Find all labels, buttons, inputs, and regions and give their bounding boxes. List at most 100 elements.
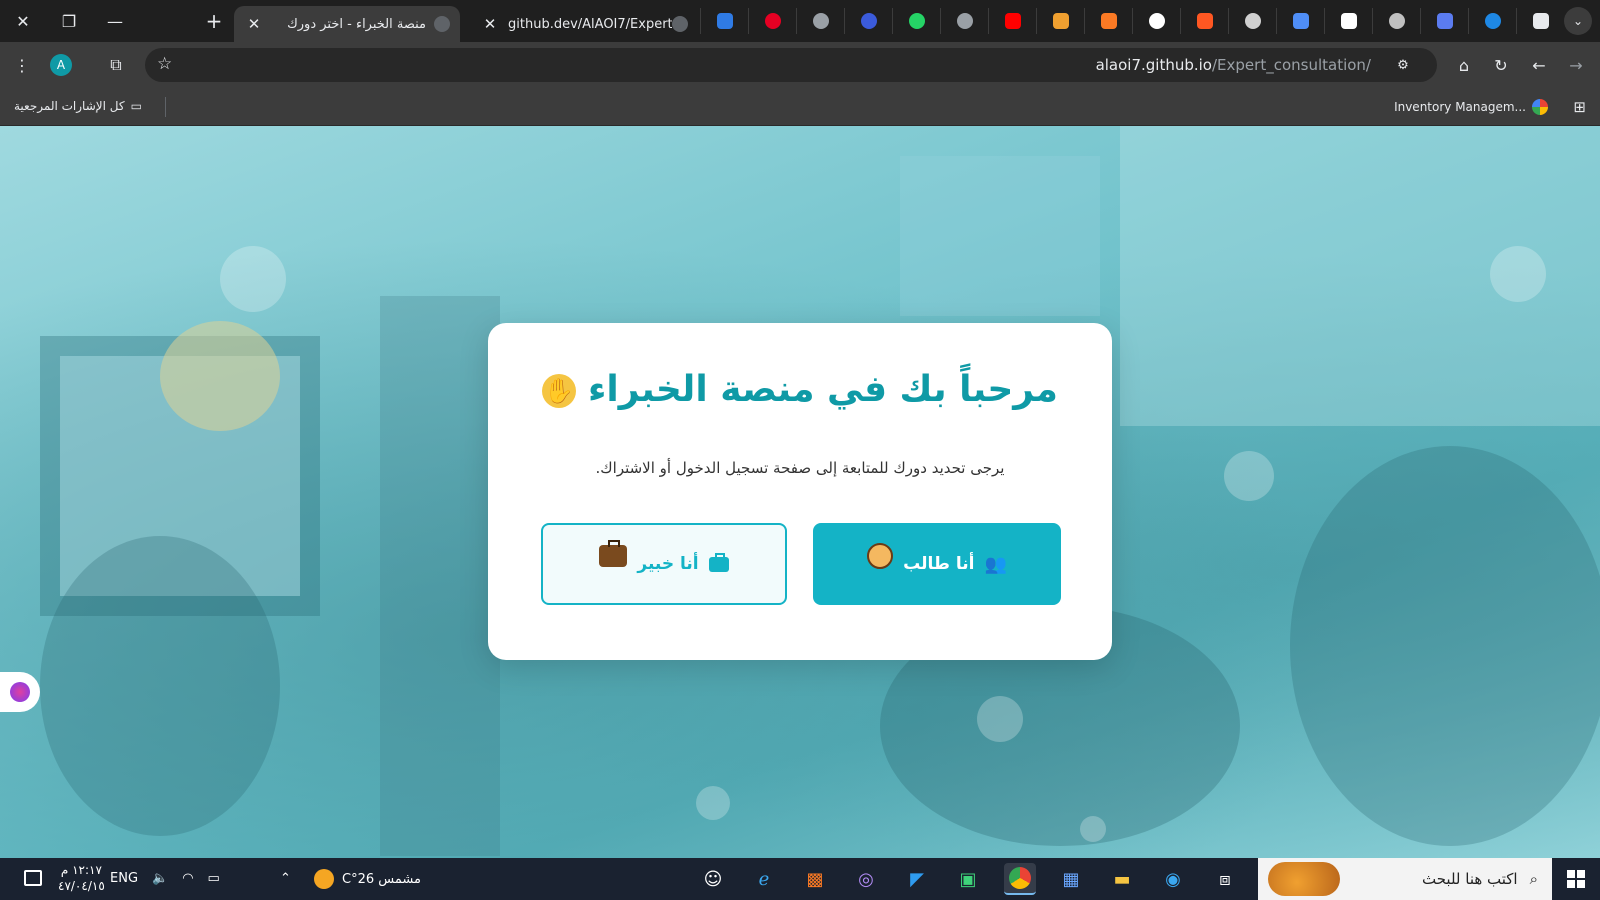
- cloud-icon[interactable]: [1420, 8, 1468, 34]
- search-icon: ⌕: [1529, 870, 1538, 888]
- weather-widget[interactable]: مشمس 26°C: [314, 869, 421, 889]
- search-placeholder: اكتب هنا للبحث: [1422, 870, 1518, 888]
- tab-github[interactable]: ✕ github.dev/AlAOI7/Expert_co: [470, 6, 698, 42]
- blue-app-icon[interactable]: [1468, 8, 1516, 34]
- decorative-bubble: [220, 246, 286, 312]
- forward-icon[interactable]: →: [1562, 51, 1590, 79]
- folder-icon: ▭: [130, 99, 142, 113]
- apps-grid-icon[interactable]: ⊞: [1573, 98, 1586, 116]
- chevron-down-icon[interactable]: ⌄: [1564, 7, 1592, 35]
- system-tray: ⌃ ENG 🔈 ◠ ▭: [110, 871, 291, 886]
- chrome-icon[interactable]: [1004, 863, 1036, 895]
- store-icon[interactable]: ▦: [1055, 863, 1087, 895]
- student-button[interactable]: 👥 أنا طالب: [813, 523, 1061, 605]
- briefcase-emoji-icon: [599, 540, 628, 567]
- welcome-title: مرحباً بك في منصة الخبراء: [588, 369, 1058, 410]
- volume-icon[interactable]: 🔈: [152, 871, 168, 886]
- brain-extension-icon[interactable]: [0, 672, 40, 712]
- show-hidden-icons[interactable]: ⌃: [280, 871, 291, 886]
- home-icon[interactable]: ⌂: [1450, 51, 1478, 79]
- terminal-icon[interactable]: ▣: [952, 863, 984, 895]
- reload-icon[interactable]: ↻: [1487, 51, 1515, 79]
- vscode-icon[interactable]: ◤: [901, 863, 933, 895]
- internet-explorer-icon[interactable]: ℯ: [748, 863, 780, 895]
- pinterest-icon[interactable]: [748, 8, 796, 34]
- globe-icon: [434, 16, 450, 32]
- site-settings-icon[interactable]: ⚙: [1391, 54, 1415, 76]
- gemini-icon[interactable]: [1276, 8, 1324, 34]
- tab-title: github.dev/AlAOI7/Expert_co: [508, 16, 672, 32]
- bookmarks-bar: ▭ كل الإشارات المرجعية Inventory Managem…: [0, 88, 1600, 126]
- notifications-icon[interactable]: [24, 870, 42, 886]
- time: ١٢:١٧ م: [60, 863, 102, 877]
- avatar[interactable]: A: [50, 54, 72, 76]
- address-bar[interactable]: ☆ alaoi7.github.io/Expert_consultation/ …: [145, 48, 1437, 82]
- restore-window-icon[interactable]: ❐: [46, 0, 92, 42]
- back-icon[interactable]: ←: [1525, 51, 1553, 79]
- xampp-icon[interactable]: [1084, 8, 1132, 34]
- decorative-bubble: [977, 696, 1023, 742]
- discord-icon[interactable]: [1372, 8, 1420, 34]
- tab-active[interactable]: ✕ منصة الخبراء - اختر دورك: [234, 6, 460, 42]
- google-icon[interactable]: [1132, 8, 1180, 34]
- wifi-icon[interactable]: ◠: [182, 871, 193, 886]
- hex-icon[interactable]: [1324, 8, 1372, 34]
- google-icon: [1532, 99, 1548, 115]
- task-view-icon[interactable]: ⧈: [1209, 863, 1241, 895]
- people-icon[interactable]: ☺: [697, 863, 729, 895]
- extensions-icon[interactable]: ⧉: [102, 51, 130, 79]
- globe-icon[interactable]: [940, 8, 988, 34]
- search-icon[interactable]: [844, 8, 892, 34]
- bookmark-inventory[interactable]: Inventory Managem...: [1394, 99, 1548, 115]
- clock[interactable]: ١٢:١٧ م ٤٧/٠٤/١٥: [58, 862, 105, 894]
- page-title: مرحباً بك في منصة الخبراء ✋: [488, 369, 1112, 410]
- bookmark-star-icon[interactable]: ☆: [157, 54, 172, 74]
- url-text: alaoi7.github.io/Expert_consultation/: [1096, 56, 1371, 74]
- waving-hand-icon: ✋: [542, 374, 577, 408]
- language-indicator[interactable]: ENG: [110, 871, 138, 886]
- close-tab-icon[interactable]: ✕: [480, 15, 500, 33]
- all-bookmarks[interactable]: ▭ كل الإشارات المرجعية: [14, 99, 142, 113]
- close-window-icon[interactable]: ✕: [0, 0, 46, 42]
- xampp-icon[interactable]: ▩: [799, 863, 831, 895]
- new-tab-button[interactable]: +: [200, 7, 228, 35]
- tool-icon[interactable]: [1180, 8, 1228, 34]
- whatsapp-icon[interactable]: [892, 8, 940, 34]
- close-tab-icon[interactable]: ✕: [244, 15, 264, 33]
- vercel-icon[interactable]: [1036, 8, 1084, 34]
- youtube-icon[interactable]: [988, 8, 1036, 34]
- file-explorer-icon[interactable]: ▬: [1106, 863, 1138, 895]
- briefcase-icon: [708, 552, 729, 572]
- pinned-tabs: [700, 8, 1564, 34]
- expert-button[interactable]: أنا خبير: [541, 523, 787, 605]
- divider: [165, 97, 166, 117]
- chart-icon[interactable]: [1516, 8, 1564, 34]
- windows-logo-icon: [1567, 870, 1585, 888]
- menu-icon[interactable]: ⋮: [8, 51, 36, 79]
- decorative-bubble: [1224, 451, 1274, 501]
- decorative-bubble: [696, 786, 730, 820]
- taskbar-search[interactable]: ⌕ اكتب هنا للبحث: [1258, 858, 1552, 900]
- github-desktop-icon[interactable]: ◎: [850, 863, 882, 895]
- battery-icon[interactable]: ▭: [208, 871, 220, 886]
- weather-text: مشمس 26°C: [342, 871, 421, 887]
- role-selection-card: مرحباً بك في منصة الخبراء ✋ يرجى تحديد دو…: [488, 323, 1112, 660]
- tab-strip: ✕ ❐ — + ✕ منصة الخبراء - اختر دورك ✕ git…: [0, 0, 1600, 42]
- users-icon: 👥: [984, 553, 1007, 575]
- subtitle: يرجى تحديد دورك للمتابعة إلى صفحة تسجيل …: [595, 459, 1005, 477]
- date: ٤٧/٠٤/١٥: [58, 879, 105, 893]
- student-button-label: أنا طالب: [903, 554, 975, 574]
- edge-icon[interactable]: ◉: [1157, 863, 1189, 895]
- decorative-bubble: [1490, 246, 1546, 302]
- url-host: alaoi7.github.io: [1095, 56, 1212, 74]
- decorative-bubble: [1080, 816, 1106, 842]
- browser-toolbar: ⋮ A ⧉ ☆ alaoi7.github.io/Expert_consulta…: [0, 42, 1600, 88]
- globe-icon[interactable]: [796, 8, 844, 34]
- url-path: /Expert_consultation/: [1212, 56, 1371, 74]
- start-button[interactable]: [1552, 858, 1600, 900]
- github-icon: [672, 16, 688, 32]
- minimize-window-icon[interactable]: —: [92, 0, 138, 42]
- edge-icon[interactable]: [700, 8, 748, 34]
- search-highlight-icon: [1268, 862, 1340, 896]
- openai-icon[interactable]: [1228, 8, 1276, 34]
